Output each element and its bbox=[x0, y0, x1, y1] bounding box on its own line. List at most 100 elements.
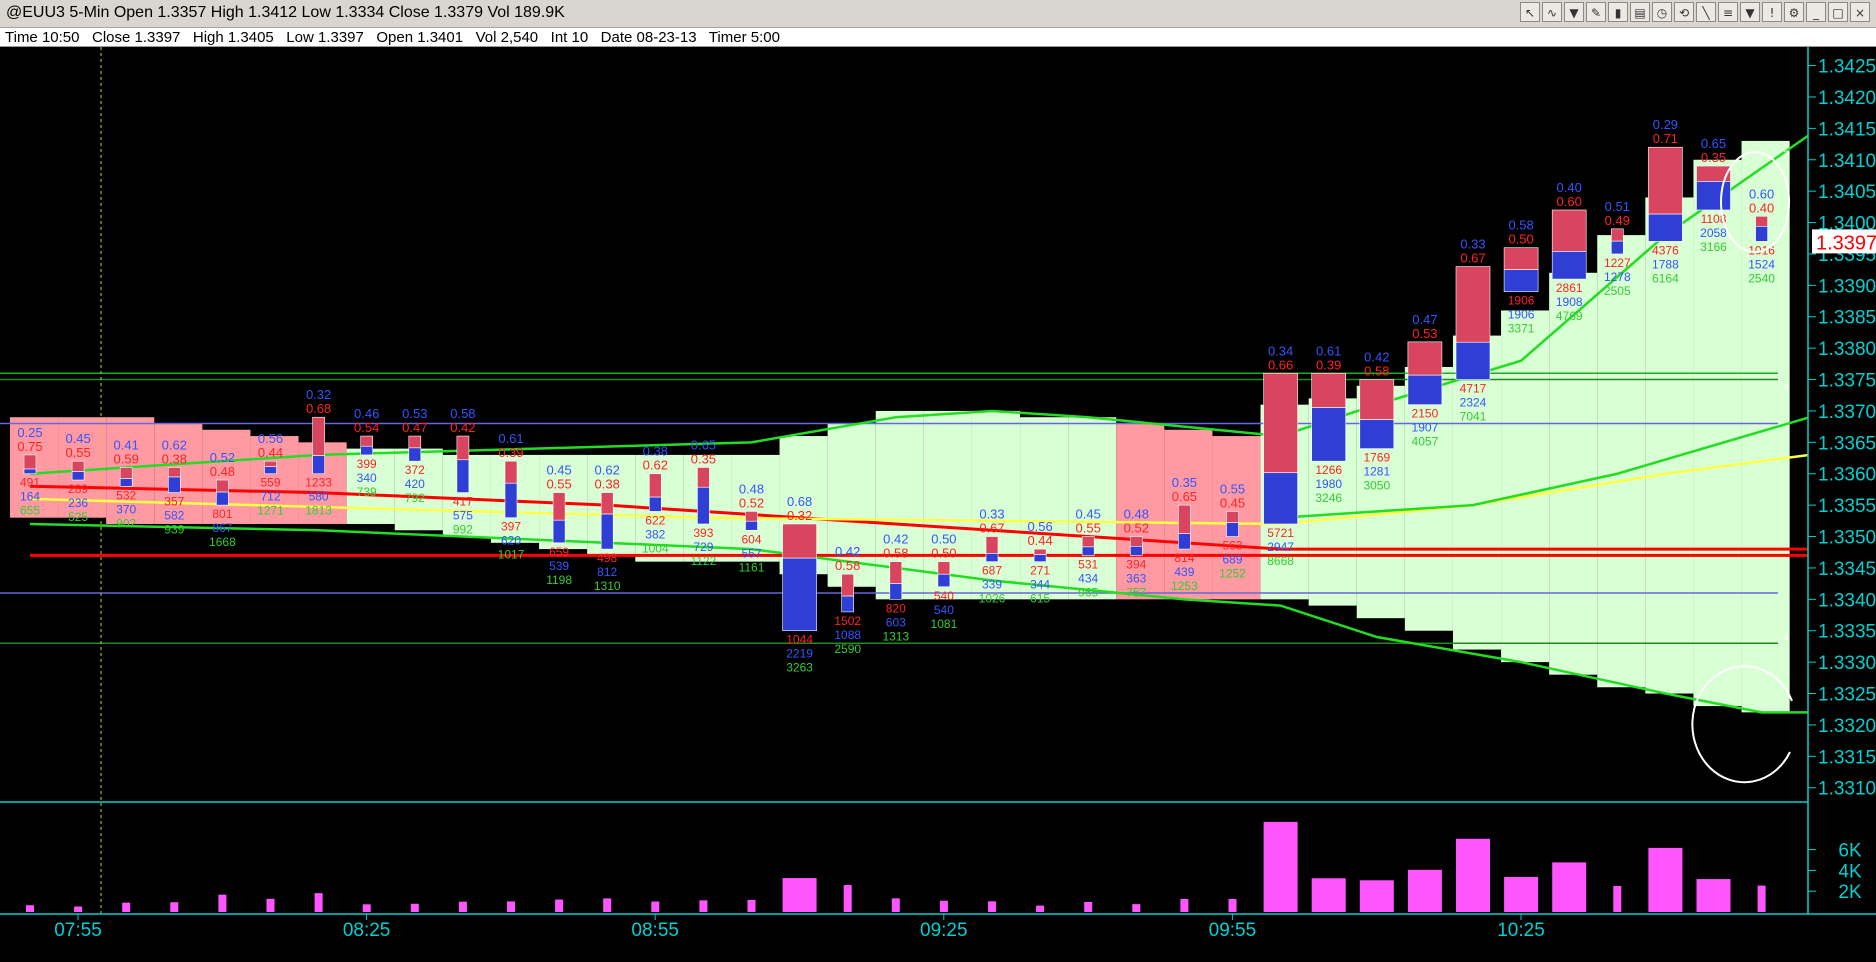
candle-lower[interactable] bbox=[1263, 472, 1298, 525]
candle-lower[interactable] bbox=[456, 459, 470, 493]
volume-bar[interactable] bbox=[1648, 847, 1683, 912]
candle-lower[interactable] bbox=[697, 486, 710, 525]
volume-bar[interactable] bbox=[170, 902, 179, 912]
candle-upper[interactable] bbox=[1033, 548, 1047, 555]
candle-lower[interactable] bbox=[1648, 213, 1683, 242]
candle-lower[interactable] bbox=[1311, 407, 1346, 462]
volume-bar[interactable] bbox=[843, 885, 852, 912]
volume-bar[interactable] bbox=[1613, 885, 1622, 912]
candle-upper[interactable] bbox=[71, 460, 85, 472]
volume-bar[interactable] bbox=[122, 902, 131, 912]
candle-upper[interactable] bbox=[1311, 372, 1346, 408]
candle-upper[interactable] bbox=[1611, 228, 1624, 242]
candle-lower[interactable] bbox=[1503, 269, 1539, 292]
volume-bar[interactable] bbox=[1263, 821, 1298, 912]
volume-bar[interactable] bbox=[458, 901, 467, 912]
candle-lower[interactable] bbox=[782, 557, 817, 632]
candle-lower[interactable] bbox=[1551, 251, 1587, 280]
volume-bar[interactable] bbox=[507, 901, 515, 912]
candle-lower[interactable] bbox=[408, 447, 422, 462]
candle-upper[interactable] bbox=[1407, 341, 1443, 376]
candle-upper[interactable] bbox=[552, 492, 566, 521]
volume-bar[interactable] bbox=[218, 894, 227, 912]
candle-upper[interactable] bbox=[1226, 511, 1239, 524]
volume-bar[interactable] bbox=[26, 905, 34, 912]
volume-bar[interactable] bbox=[1084, 901, 1093, 912]
volume-bar[interactable] bbox=[1228, 898, 1237, 912]
volume-bar[interactable] bbox=[699, 900, 708, 912]
candle-lower[interactable] bbox=[600, 513, 614, 550]
candle-upper[interactable] bbox=[456, 435, 470, 461]
volume-bar[interactable] bbox=[362, 904, 371, 912]
candle-lower[interactable] bbox=[1696, 181, 1731, 211]
draw-icon[interactable]: ∿ bbox=[1542, 2, 1562, 22]
bar-style-icon[interactable]: ▮ bbox=[1608, 2, 1628, 22]
volume-bar[interactable] bbox=[782, 878, 817, 912]
candle-lower[interactable] bbox=[264, 466, 277, 475]
candle-lower[interactable] bbox=[1359, 419, 1395, 449]
minimize-icon[interactable]: _ bbox=[1806, 2, 1826, 22]
candle-lower[interactable] bbox=[1407, 374, 1443, 405]
candle-lower[interactable] bbox=[552, 519, 566, 544]
close-icon[interactable]: × bbox=[1850, 2, 1870, 22]
volume-bar[interactable] bbox=[1504, 876, 1539, 912]
candle-upper[interactable] bbox=[1455, 266, 1491, 343]
candle-upper[interactable] bbox=[504, 460, 518, 484]
candle-lower[interactable] bbox=[937, 573, 951, 588]
candle-lower[interactable] bbox=[23, 468, 37, 475]
candle-lower[interactable] bbox=[216, 491, 229, 506]
candle-lower[interactable] bbox=[745, 520, 758, 531]
candle-lower[interactable] bbox=[312, 455, 325, 475]
candle-upper[interactable] bbox=[408, 435, 422, 449]
volume-bar[interactable] bbox=[603, 898, 612, 912]
volume-bar[interactable] bbox=[266, 898, 275, 912]
candle-lower[interactable] bbox=[119, 478, 133, 487]
line-icon[interactable]: ╲ bbox=[1696, 2, 1716, 22]
candle-lower[interactable] bbox=[648, 496, 662, 512]
volume-bar[interactable] bbox=[939, 900, 948, 912]
candle-lower[interactable] bbox=[1130, 546, 1143, 556]
volume-bar[interactable] bbox=[1180, 898, 1189, 912]
candle-lower[interactable] bbox=[889, 583, 903, 600]
candle-lower[interactable] bbox=[504, 482, 518, 518]
volume-bar[interactable] bbox=[891, 898, 900, 912]
candle-lower[interactable] bbox=[841, 595, 855, 613]
candle-lower[interactable] bbox=[1611, 240, 1624, 255]
candle-upper[interactable] bbox=[264, 460, 277, 468]
candle-upper[interactable] bbox=[1503, 247, 1539, 270]
candle-lower[interactable] bbox=[1226, 522, 1239, 537]
settings-icon[interactable]: ⚙ bbox=[1784, 2, 1804, 22]
candle-upper[interactable] bbox=[1081, 536, 1095, 548]
candle-upper[interactable] bbox=[1551, 209, 1587, 252]
cursor-icon[interactable]: ↖ bbox=[1520, 2, 1540, 22]
candle-lower[interactable] bbox=[1033, 554, 1047, 562]
price-chart[interactable]: 0.250.754911646550.450.552892365250.410.… bbox=[0, 47, 1876, 962]
candle-lower[interactable] bbox=[1455, 341, 1491, 380]
volume-bar[interactable] bbox=[1359, 880, 1394, 912]
candle-lower[interactable] bbox=[71, 471, 85, 481]
volume-bar[interactable] bbox=[1456, 838, 1490, 912]
candle-upper[interactable] bbox=[1648, 146, 1683, 215]
candle-upper[interactable] bbox=[782, 523, 817, 559]
candle-lower[interactable] bbox=[1081, 546, 1095, 556]
candle-upper[interactable] bbox=[312, 416, 325, 456]
candle-upper[interactable] bbox=[1263, 372, 1298, 474]
candle-lower[interactable] bbox=[360, 445, 374, 456]
volume-bar[interactable] bbox=[410, 903, 419, 912]
restore-icon[interactable]: □ bbox=[1828, 2, 1848, 22]
candle-upper[interactable] bbox=[889, 561, 903, 584]
candle-lower[interactable] bbox=[168, 476, 181, 493]
volume-bar[interactable] bbox=[1757, 885, 1766, 912]
candle-upper[interactable] bbox=[119, 467, 133, 479]
volume-bar[interactable] bbox=[747, 899, 756, 912]
candle-upper[interactable] bbox=[360, 435, 374, 447]
candle-lower[interactable] bbox=[1178, 533, 1191, 550]
fibonacci-icon[interactable]: ≡ bbox=[1718, 2, 1738, 22]
exclamation-icon[interactable]: ! bbox=[1762, 2, 1782, 22]
candle-upper[interactable] bbox=[648, 473, 662, 498]
volume-bar[interactable] bbox=[1132, 904, 1141, 912]
candle-upper[interactable] bbox=[745, 511, 758, 522]
volume-bar[interactable] bbox=[1311, 878, 1346, 912]
candle-upper[interactable] bbox=[600, 492, 614, 515]
volume-bar[interactable] bbox=[1036, 905, 1045, 912]
